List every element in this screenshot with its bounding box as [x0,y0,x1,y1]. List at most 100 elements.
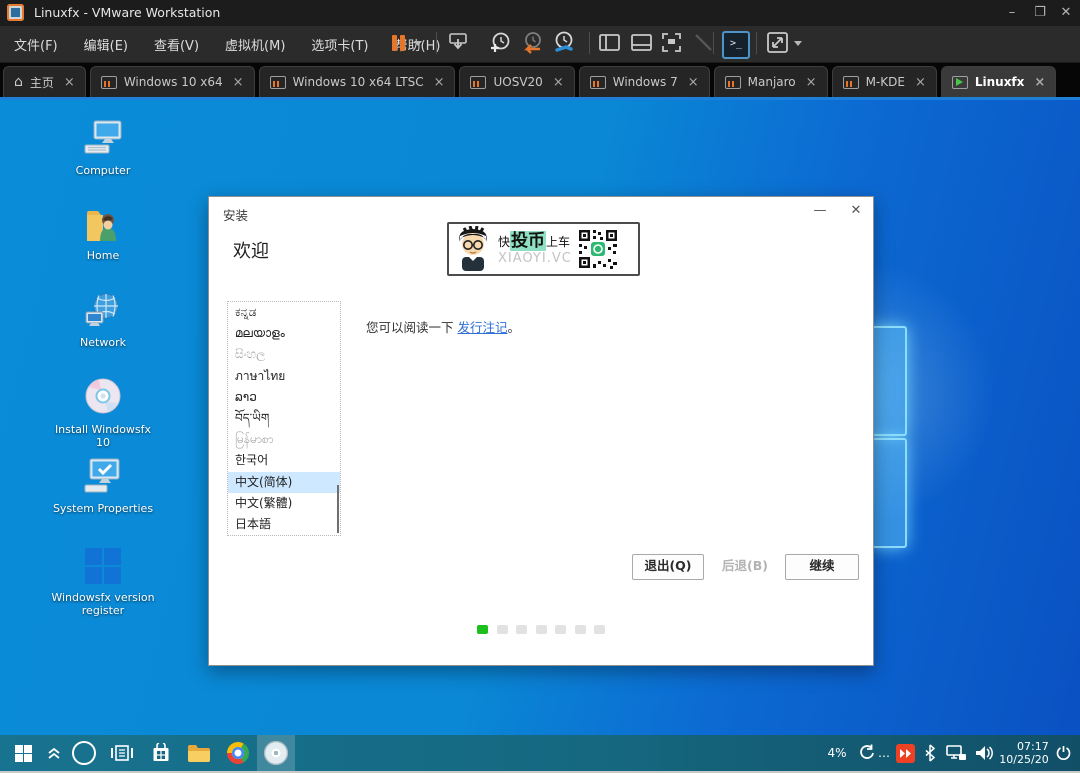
language-list[interactable]: ಕನ್ನಡ മലയാളം සිංහල ภาษาไทย ລາວ བོད་ཡིག မြန်မာစ… [227,301,341,536]
menu-item-3[interactable]: 虚拟机(M) [225,35,285,54]
tab-label: 主页 [29,75,54,90]
show-thumbnail-bar-icon[interactable] [630,31,654,55]
manage-snapshots-icon[interactable] [552,31,576,55]
desktop-icon-label: Computer [75,164,131,177]
installer-app-button[interactable] [257,735,295,771]
take-snapshot-icon[interactable] [488,31,512,55]
fullscreen-icon[interactable] [660,31,684,55]
desktop-icon-network[interactable]: Network [48,292,158,349]
progress-step-1 [477,625,488,634]
desktop-icon-cd[interactable]: Install Windowsfx 10 [48,377,158,449]
tab-主页[interactable]: ⌂ 主页 × [3,66,86,97]
language-option[interactable]: 한국어 [228,450,340,471]
tray-ellipsis[interactable]: … [876,735,892,771]
send-to-device-icon[interactable] [447,31,469,53]
tab-Windows 10 x64 LTSC[interactable]: Windows 10 x64 LTSC × [258,66,456,97]
tab-Windows 7[interactable]: Windows 7 × [578,66,710,97]
tab-Linuxfx[interactable]: Linuxfx × [940,66,1057,97]
desktop-icon-home-folder[interactable]: Home [48,207,158,262]
language-option[interactable]: ಕನ್ನಡ [228,302,340,323]
tab-close-icon[interactable]: × [806,75,817,90]
battery-percent[interactable]: 4% [822,735,852,771]
show-hidden-icons-chevron[interactable] [42,735,66,771]
close-button[interactable]: ✕ [1054,4,1078,22]
menu-item-2[interactable]: 查看(V) [154,35,199,54]
tab-label: Windows 10 x64 LTSC [292,75,424,89]
banner-highlight: 投币 [510,230,547,251]
menu-item-0[interactable]: 文件(F) [14,35,58,54]
language-option[interactable]: 中文(繁體) [228,493,340,514]
next-button[interactable]: 继续 [785,554,859,580]
start-button[interactable] [6,735,40,771]
menu-item-4[interactable]: 选项卡(T) [311,35,368,54]
tab-close-icon[interactable]: × [233,75,244,90]
maximize-button[interactable]: ❐ [1028,4,1052,22]
dialog-title: 安装 [223,208,249,223]
pause-dropdown-icon[interactable] [414,41,422,46]
red-app-tray-icon[interactable] [893,735,917,771]
microsoft-store-button[interactable] [142,735,180,771]
clock[interactable]: 07:17 10/25/20 [999,735,1049,771]
network-tray-icon[interactable] [942,735,970,771]
sync-tray-icon[interactable] [856,735,878,771]
console-view-icon[interactable]: >_ [722,31,750,59]
language-option[interactable]: 日本語 [228,514,340,535]
progress-steps [477,625,605,634]
desktop-icon-computer[interactable]: Computer [48,120,158,177]
language-option[interactable]: မြန်မာစာ [228,429,340,450]
menu-item-1[interactable]: 编辑(E) [84,35,128,54]
progress-step-4 [535,625,547,634]
computer-icon [83,120,123,160]
scrollbar-thumb[interactable] [337,485,339,533]
tab-Manjaro[interactable]: Manjaro × [713,66,828,97]
language-option[interactable]: සිංහල [228,344,340,365]
desktop-icon-system-properties[interactable]: System Properties [48,458,158,515]
tab-Windows 10 x64[interactable]: Windows 10 x64 × [89,66,255,97]
dialog-close-button[interactable]: ✕ [843,201,869,221]
vm-paused-icon [100,75,117,89]
tab-M-KDE[interactable]: M-KDE × [831,66,937,97]
chrome-button[interactable] [219,735,257,771]
power-tray-icon[interactable] [1050,735,1076,771]
release-notes-text: 您可以阅读一下 发行注记。 [366,320,521,335]
clock-time: 07:17 [1017,740,1049,753]
tab-close-icon[interactable]: × [434,75,445,90]
tab-close-icon[interactable]: × [915,75,926,90]
vm-running-icon [951,75,968,89]
tab-label: UOSV20 [493,75,543,89]
language-option[interactable]: ລາວ [228,387,340,408]
revert-snapshot-icon[interactable] [520,31,544,55]
fit-dropdown-icon[interactable] [794,41,802,46]
vm-paused-icon [470,75,487,89]
show-library-icon[interactable] [598,31,622,55]
tab-close-icon[interactable]: × [64,75,75,90]
clock-date: 10/25/20 [999,753,1049,766]
task-view-button[interactable] [104,735,140,771]
language-option[interactable]: 中文(简体) [228,471,340,493]
tab-label: Manjaro [747,75,796,89]
tab-close-icon[interactable]: × [1034,75,1045,90]
tab-close-icon[interactable]: × [688,75,699,90]
tab-UOSV20[interactable]: UOSV20 × [459,66,575,97]
bluetooth-tray-icon[interactable] [919,735,941,771]
dialog-minimize-button[interactable]: — [807,201,833,221]
file-explorer-button[interactable] [180,735,218,771]
vm-paused-icon [724,75,741,89]
minimize-button[interactable]: – [1000,4,1024,22]
language-option[interactable]: བོད་ཡིག [228,408,340,429]
language-option[interactable]: മലയാളം [228,323,340,344]
desktop-icon-label: Home [86,249,120,262]
quit-button[interactable]: 退出(Q) [632,554,704,580]
tab-close-icon[interactable]: × [553,75,564,90]
volume-tray-icon[interactable] [970,735,998,771]
desktop-icon-windows-logo[interactable]: Windowsfx version register [48,547,158,617]
language-option[interactable]: ภาษาไทย [228,366,340,387]
desktop-icon-label: Install Windowsfx 10 [54,423,152,449]
cortana-button[interactable] [66,735,102,771]
vmware-workstation-window: Linuxfx - VMware Workstation – ❐ ✕ 文件(F)… [0,0,1080,773]
fit-guest-icon[interactable] [766,31,790,55]
release-notes-link[interactable]: 发行注记 [457,320,507,335]
banner-site: XIAOYI.VC [498,250,572,266]
tab-label: Windows 10 x64 [123,75,223,89]
pause-vm-button[interactable] [392,35,406,51]
